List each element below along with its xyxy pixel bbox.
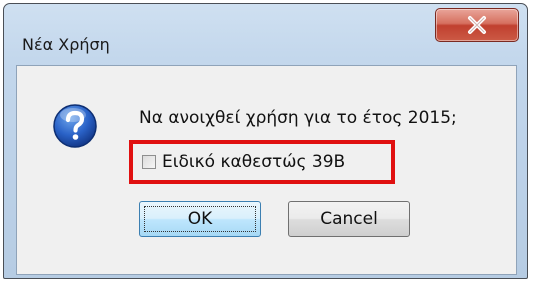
question-icon <box>53 104 97 148</box>
title-bar[interactable]: Νέα Χρήση <box>4 4 527 60</box>
special-regime-checkbox-row[interactable]: Ειδικό καθεστώς 39Β <box>129 140 395 184</box>
dialog-message: Να ανοιχθεί χρήση για το έτος 2015; <box>139 108 457 128</box>
dialog-title: Νέα Χρήση <box>22 35 110 54</box>
cancel-button[interactable]: Cancel <box>288 201 410 237</box>
special-regime-label[interactable]: Ειδικό καθεστώς 39Β <box>162 152 345 172</box>
ok-button-label: OK <box>187 208 213 229</box>
cancel-button-label: Cancel <box>320 208 378 229</box>
dialog-window: Νέα Χρήση Να ανοιχθεί χρήση για το έτος … <box>3 3 528 279</box>
close-icon <box>468 16 486 34</box>
special-regime-checkbox[interactable] <box>142 155 156 169</box>
ok-button[interactable]: OK <box>139 201 261 237</box>
close-button[interactable] <box>435 8 519 42</box>
dialog-body: Να ανοιχθεί χρήση για το έτος 2015; Ειδι… <box>16 65 517 275</box>
